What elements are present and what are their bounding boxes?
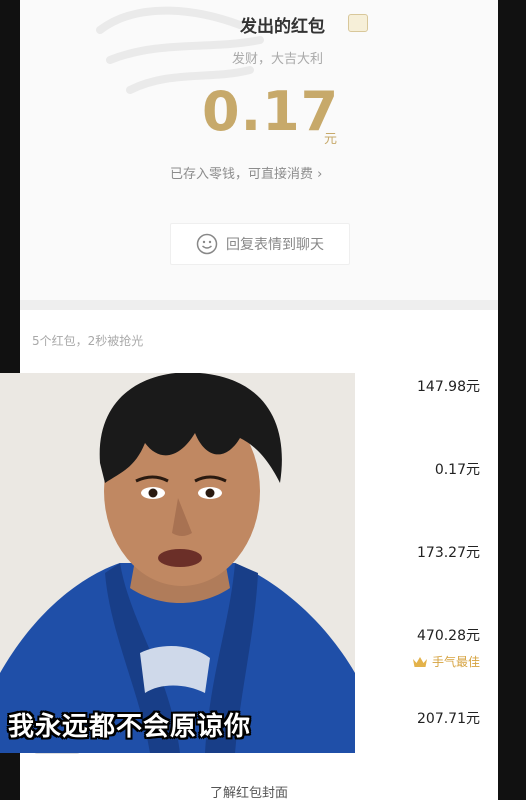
packet-summary: 5个红包，2秒被抢光 <box>32 334 144 348</box>
page-title: 发出的红包 <box>240 17 325 37</box>
cover-info-link[interactable]: 了解红包封面 <box>210 782 288 800</box>
best-luck-label: 手气最佳 <box>431 655 480 669</box>
smile-icon <box>196 233 218 255</box>
right-frame <box>498 0 526 800</box>
recipient-amount: 207.71元 <box>417 711 480 727</box>
header-section: 发出的红包 发财，大吉大利 0.17 元 已存入零钱，可直接消费 › 回复表情到… <box>20 0 498 300</box>
recipient-amount: 173.27元 <box>417 545 480 561</box>
reply-sticker-button[interactable]: 回复表情到聊天 <box>170 223 350 265</box>
person-portrait-icon <box>0 373 355 753</box>
crown-icon <box>412 656 427 667</box>
meme-overlay-image <box>0 373 355 753</box>
recipient-amount: 0.17元 <box>434 462 480 478</box>
reply-button-label: 回复表情到聊天 <box>226 237 324 253</box>
recipient-amount: 147.98元 <box>417 379 480 395</box>
greeting-text: 发财，大吉大利 <box>232 52 324 67</box>
amount-unit: 元 <box>324 132 338 147</box>
best-luck-badge: 手气最佳 <box>412 653 480 670</box>
meme-caption: 我永远都不会原谅你 <box>8 712 252 742</box>
change-wallet-link[interactable]: 已存入零钱，可直接消费 › <box>170 163 322 182</box>
sender-badge-icon <box>348 14 368 32</box>
section-divider <box>20 300 498 310</box>
received-amount: 0.17 <box>202 80 340 143</box>
recipient-amount: 470.28元 <box>417 628 480 644</box>
